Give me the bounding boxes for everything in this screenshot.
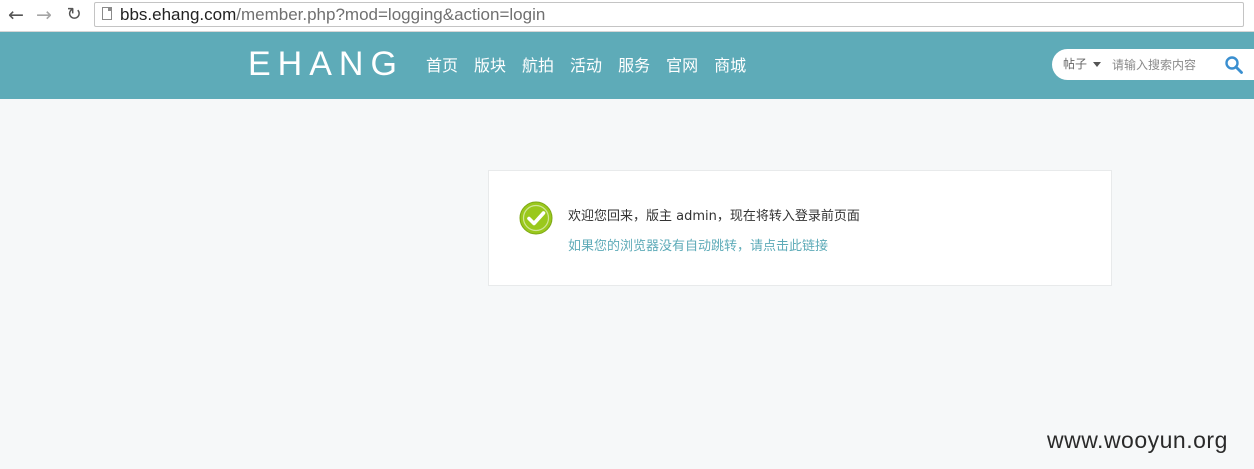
main-nav: 首页 版块 航拍 活动 服务 官网 商城 [426, 55, 762, 77]
ehang-logo[interactable]: EHANG [248, 45, 404, 83]
forward-arrow-icon[interactable]: → [32, 4, 56, 26]
nav-item-aerial[interactable]: 航拍 [522, 55, 554, 77]
reload-icon[interactable]: ↻ [62, 4, 86, 26]
search-type-label: 帖子 [1063, 57, 1088, 71]
nav-item-events[interactable]: 活动 [570, 55, 602, 77]
browser-toolbar: ← → ↻ bbs.ehang.com/member.php?mod=loggi… [0, 0, 1254, 32]
url-host: bbs.ehang.com [120, 5, 237, 24]
url-text[interactable]: bbs.ehang.com/member.php?mod=logging&act… [120, 5, 545, 25]
nav-item-store[interactable]: 商城 [714, 55, 746, 77]
watermark-text: www.wooyun.org [1047, 427, 1228, 453]
nav-item-forums[interactable]: 版块 [474, 55, 506, 77]
check-circle-icon [519, 201, 553, 235]
search-box: 帖子 [1052, 49, 1254, 80]
search-icon[interactable] [1224, 55, 1244, 75]
page-icon [102, 7, 112, 20]
nav-item-home[interactable]: 首页 [426, 55, 458, 77]
redirect-link[interactable]: 如果您的浏览器没有自动跳转，请点击此链接 [568, 238, 828, 256]
login-success-message: 欢迎您回来，版主 admin，现在将转入登录前页面 [568, 209, 860, 224]
nav-item-official-site[interactable]: 官网 [666, 55, 698, 77]
site-header: EHANG 首页 版块 航拍 活动 服务 官网 商城 帖子 [0, 32, 1254, 99]
chevron-down-icon [1093, 62, 1102, 67]
login-success-card: 欢迎您回来，版主 admin，现在将转入登录前页面 如果您的浏览器没有自动跳转，… [488, 170, 1112, 286]
search-input[interactable] [1112, 55, 1222, 74]
nav-item-service[interactable]: 服务 [618, 55, 650, 77]
search-type-dropdown[interactable]: 帖子 [1063, 56, 1102, 73]
address-bar[interactable]: bbs.ehang.com/member.php?mod=logging&act… [94, 2, 1244, 27]
back-arrow-icon[interactable]: ← [4, 4, 28, 26]
url-path: /member.php?mod=logging&action=login [236, 5, 546, 24]
